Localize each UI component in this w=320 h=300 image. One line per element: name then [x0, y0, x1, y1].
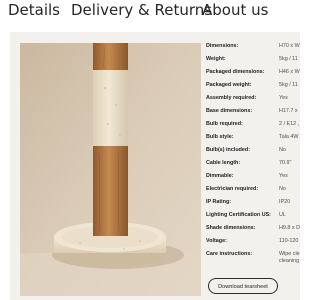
spec-label: Bulb style:	[206, 134, 234, 140]
product-photo	[20, 43, 201, 296]
spec-value: H46 x W	[279, 69, 300, 75]
spec-value: No	[279, 147, 286, 153]
spec-label: Assembly required:	[206, 95, 257, 101]
spec-value: H70 x W	[279, 43, 300, 49]
spec-label: Bulb required:	[206, 121, 243, 127]
tab-about-us[interactable]: About us	[202, 1, 268, 19]
spec-weight: Weight: 5kg / 11	[206, 53, 300, 65]
spec-bulbs-included: Bulb(s) included: No	[206, 144, 300, 156]
spec-shade-dimensions: Shade dimensions: H9.8 x D	[206, 222, 300, 234]
spec-label: Cable length:	[206, 160, 241, 166]
spec-label: Electrician required:	[206, 186, 259, 192]
spec-packaged-dimensions: Packaged dimensions: H46 x W	[206, 66, 300, 78]
spec-dimmable: Dimmable: Yes	[206, 170, 300, 182]
spec-value: Yes	[279, 95, 288, 101]
spec-cable-length: Cable length: 70.9"	[206, 157, 300, 169]
spec-value: H9.8 x D	[279, 225, 300, 231]
tab-delivery-returns[interactable]: Delivery & Returns	[71, 1, 212, 19]
spec-label: Bulb(s) included:	[206, 147, 251, 153]
spec-care-instructions: Care instructions: Wipe cle cleaning	[206, 248, 300, 268]
spec-value-continued: cleaning	[279, 258, 300, 264]
spec-label: Care instructions:	[206, 251, 253, 257]
spec-assembly-required: Assembly required: Yes	[206, 92, 300, 104]
spec-bulb-style: Bulb style: Tala 4W	[206, 131, 300, 143]
spec-packaged-weight: Packaged weight: 5kg / 11	[206, 79, 300, 91]
spec-ip-rating: IP Rating: IP20	[206, 196, 300, 208]
spec-value: 2 / E12 ,	[279, 121, 300, 127]
download-tearsheet-button[interactable]: Download tearsheet	[208, 278, 278, 294]
spec-value: 5kg / 11	[279, 82, 298, 88]
spec-value: 70.9"	[279, 160, 292, 166]
spec-value: No	[279, 186, 286, 192]
tab-bar: Details Delivery & Returns About us	[0, 0, 300, 26]
spec-value: IP20	[279, 199, 291, 205]
spec-label: Dimensions:	[206, 43, 239, 49]
spec-label: Weight:	[206, 56, 226, 62]
product-image	[20, 43, 201, 296]
spec-value: UL	[279, 212, 286, 218]
spec-base-dimensions: Base dimensions: H17.7 x	[206, 105, 300, 117]
spec-label: Packaged dimensions:	[206, 69, 265, 75]
spec-label: Base dimensions:	[206, 108, 253, 114]
spec-value: 110-120	[279, 238, 299, 244]
spec-label: IP Rating:	[206, 199, 232, 205]
spec-label: Lighting Certification US:	[206, 212, 271, 218]
spec-value: 5kg / 11	[279, 56, 298, 62]
spec-dimensions: Dimensions: H70 x W	[206, 40, 300, 52]
spec-lighting-certification-us: Lighting Certification US: UL	[206, 209, 300, 221]
tab-details[interactable]: Details	[8, 1, 60, 19]
spec-label: Dimmable:	[206, 173, 234, 179]
spec-value: H17.7 x	[279, 108, 298, 114]
spec-bulb-required: Bulb required: 2 / E12 ,	[206, 118, 300, 130]
spec-voltage: Voltage: 110-120	[206, 235, 300, 247]
spec-electrician-required: Electrician required: No	[206, 183, 300, 195]
spec-label: Packaged weight:	[206, 82, 252, 88]
spec-label: Shade dimensions:	[206, 225, 256, 231]
spec-label: Voltage:	[206, 238, 227, 244]
spec-value: Tala 4W	[279, 134, 299, 140]
spec-value: Yes	[279, 173, 288, 179]
